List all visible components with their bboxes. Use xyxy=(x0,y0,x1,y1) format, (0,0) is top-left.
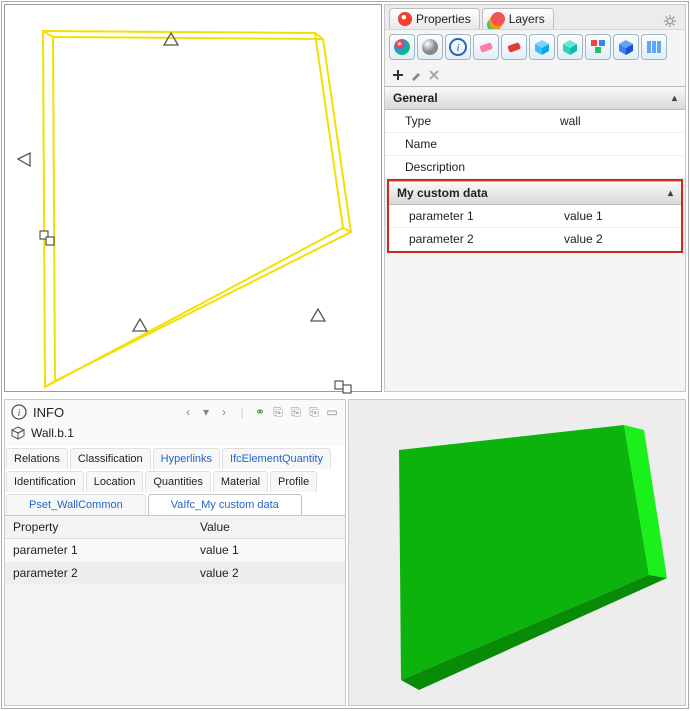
object-name-row: Wall.b.1 xyxy=(5,424,345,446)
info-tabs-row1: Relations Classification Hyperlinks IfcE… xyxy=(5,446,345,516)
nav-link-icon[interactable]: ⚭ xyxy=(253,405,267,419)
general-key-desc: Description xyxy=(405,160,560,174)
mini-toolbar xyxy=(385,64,685,86)
section-general-header[interactable]: General ▴ xyxy=(385,86,685,110)
section-custom-title: My custom data xyxy=(397,186,488,200)
property-table: Property Value parameter 1 value 1 param… xyxy=(5,516,345,585)
itab-vaifc-customdata[interactable]: VaIfc_My custom data xyxy=(148,494,302,515)
cell-val-2: value 2 xyxy=(192,562,345,585)
general-row-desc[interactable]: Description xyxy=(385,156,685,179)
custom-row-2[interactable]: parameter 2 value 2 xyxy=(389,228,681,251)
svg-text:i: i xyxy=(456,42,459,54)
itab-location[interactable]: Location xyxy=(86,471,144,492)
table-row[interactable]: parameter 1 value 1 xyxy=(5,539,345,562)
cell-prop-1: parameter 1 xyxy=(5,539,192,562)
tab-properties-label: Properties xyxy=(416,12,471,26)
itab-ifcelementquantity[interactable]: IfcElementQuantity xyxy=(222,448,331,469)
tool-cube-solid[interactable] xyxy=(613,34,639,60)
th-property[interactable]: Property xyxy=(5,516,192,539)
itab-material[interactable]: Material xyxy=(213,471,268,492)
bottom-row: i INFO ‹ ▾ › | ⚭ ⎘ ⎘ ⎘ ▭ Wall.b.1 xyxy=(2,397,688,708)
general-row-name[interactable]: Name xyxy=(385,133,685,156)
tool-columns[interactable] xyxy=(641,34,667,60)
app-frame: Properties Layers i xyxy=(1,1,689,709)
custom-data-highlight: My custom data ▴ parameter 1 value 1 par… xyxy=(387,179,683,253)
tab-properties[interactable]: Properties xyxy=(389,8,480,29)
properties-icon xyxy=(398,12,412,26)
svg-text:i: i xyxy=(18,408,21,419)
section-general-title: General xyxy=(393,91,438,105)
tool-eraser-pink[interactable] xyxy=(473,34,499,60)
wireframe-viewport[interactable] xyxy=(4,4,382,392)
section-custom-header[interactable]: My custom data ▴ xyxy=(389,181,681,205)
nav-clip3[interactable]: ⎘ xyxy=(307,405,321,420)
info-title: INFO xyxy=(33,405,64,420)
general-val-desc xyxy=(560,160,679,174)
object-name: Wall.b.1 xyxy=(31,426,74,440)
toolbar: i xyxy=(385,29,685,64)
general-key-type: Type xyxy=(405,114,560,128)
layers-icon xyxy=(491,12,505,26)
shaded-viewport[interactable] xyxy=(348,399,686,706)
th-value[interactable]: Value xyxy=(192,516,345,539)
itab-quantities[interactable]: Quantities xyxy=(145,471,211,492)
general-key-name: Name xyxy=(405,137,560,151)
itab-classification[interactable]: Classification xyxy=(70,448,151,469)
info-panel: i INFO ‹ ▾ › | ⚭ ⎘ ⎘ ⎘ ▭ Wall.b.1 xyxy=(4,399,346,706)
tool-cubes-multi[interactable] xyxy=(585,34,611,60)
general-val-type: wall xyxy=(560,114,679,128)
custom-val-2: value 2 xyxy=(564,232,675,246)
nav-dropdown[interactable]: ▾ xyxy=(199,405,213,419)
itab-profile[interactable]: Profile xyxy=(270,471,317,492)
itab-pset-wallcommon[interactable]: Pset_WallCommon xyxy=(6,494,146,515)
delete-button[interactable] xyxy=(427,68,441,82)
cell-prop-2: parameter 2 xyxy=(5,562,192,585)
tool-info-circle[interactable]: i xyxy=(445,34,471,60)
custom-row-1[interactable]: parameter 1 value 1 xyxy=(389,205,681,228)
tool-cube-teal[interactable] xyxy=(557,34,583,60)
tool-eraser-red[interactable] xyxy=(501,34,527,60)
tool-color-sphere[interactable] xyxy=(389,34,415,60)
itab-identification[interactable]: Identification xyxy=(6,471,84,492)
object-icon xyxy=(11,426,25,440)
gear-icon[interactable] xyxy=(663,14,677,28)
info-header: i INFO ‹ ▾ › | ⚭ ⎘ ⎘ ⎘ ▭ xyxy=(5,400,345,424)
tab-layers[interactable]: Layers xyxy=(482,8,554,29)
wireframe-drawing xyxy=(5,5,381,395)
nav-prev[interactable]: ‹ xyxy=(181,405,195,419)
general-row-type[interactable]: Type wall xyxy=(385,110,685,133)
properties-panel: Properties Layers i xyxy=(384,4,686,392)
general-val-name xyxy=(560,137,679,151)
nav-clip2[interactable]: ⎘ xyxy=(289,405,303,420)
nav-sep: | xyxy=(235,405,249,419)
custom-key-2: parameter 2 xyxy=(409,232,564,246)
info-nav: ‹ ▾ › | ⚭ ⎘ ⎘ ⎘ ▭ xyxy=(181,405,339,420)
cell-val-1: value 1 xyxy=(192,539,345,562)
nav-view[interactable]: ▭ xyxy=(325,405,339,419)
chevron-up-icon: ▴ xyxy=(672,93,677,104)
tool-cube-blue[interactable] xyxy=(529,34,555,60)
edit-button[interactable] xyxy=(409,68,423,82)
top-row: Properties Layers i xyxy=(2,2,688,397)
tool-grey-sphere[interactable] xyxy=(417,34,443,60)
table-header-row: Property Value xyxy=(5,516,345,539)
info-icon: i xyxy=(11,404,27,420)
side-panel-fill xyxy=(385,253,685,391)
custom-key-1: parameter 1 xyxy=(409,209,564,223)
nav-next[interactable]: › xyxy=(217,405,231,419)
panel-tabs: Properties Layers xyxy=(385,5,685,29)
nav-clip1[interactable]: ⎘ xyxy=(271,405,285,420)
green-wall-render xyxy=(349,400,686,700)
table-row[interactable]: parameter 2 value 2 xyxy=(5,562,345,585)
tab-layers-label: Layers xyxy=(509,12,545,26)
custom-val-1: value 1 xyxy=(564,209,675,223)
itab-relations[interactable]: Relations xyxy=(6,448,68,469)
itab-hyperlinks[interactable]: Hyperlinks xyxy=(153,448,220,469)
add-button[interactable] xyxy=(391,68,405,82)
chevron-up-icon: ▴ xyxy=(668,188,673,199)
info-fill xyxy=(5,585,345,705)
